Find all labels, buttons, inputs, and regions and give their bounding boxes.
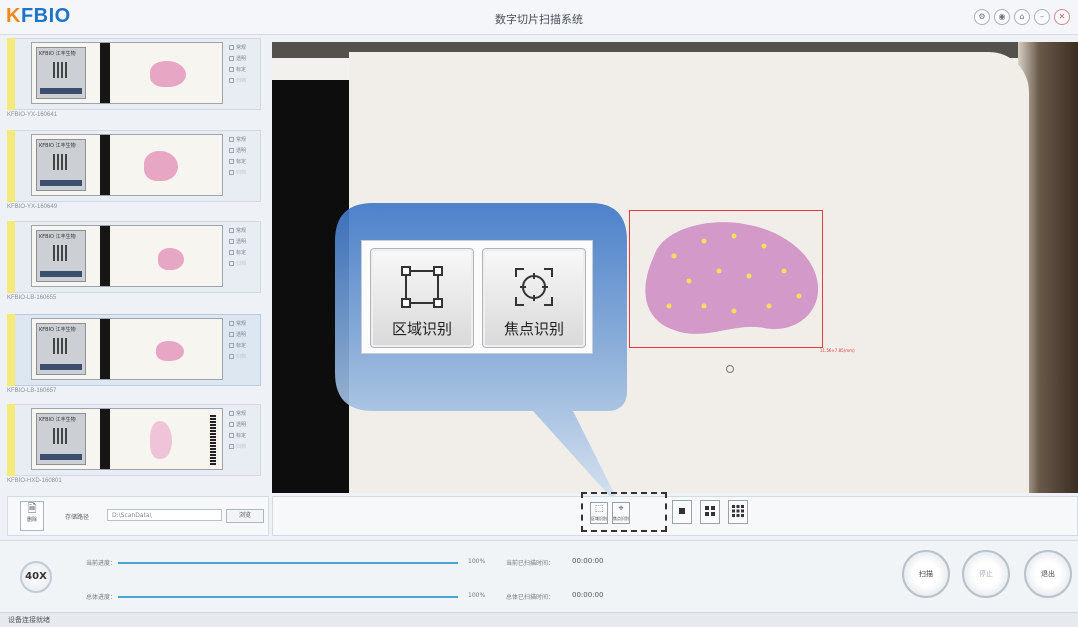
current-progress-label: 当前进度： xyxy=(86,560,117,567)
slide-id: KFBIO-LB-160657 xyxy=(7,388,57,394)
slide-item[interactable]: KFBIO 江丰生物 常规 透明 标定 归档 KFBIO-YX-160649 xyxy=(7,130,261,220)
roi-size-label: 11.56×7.85(mm) xyxy=(820,348,855,353)
current-progress-pct: 100% xyxy=(468,558,486,565)
slide-id: KFBIO-HXD-160801 xyxy=(7,478,62,484)
current-time-label: 当前已扫描时间： xyxy=(506,560,555,567)
total-progress-label: 总体进度： xyxy=(86,594,117,601)
slide-thumbnail[interactable]: KFBIO 江丰生物 xyxy=(31,42,223,104)
option-normal[interactable]: 常规 xyxy=(229,318,261,329)
slide-item[interactable]: KFBIO 江丰生物 常规 透明 标定 归档 KFBIO-LB-160655 xyxy=(7,221,261,311)
delete-button[interactable]: 🗎 删除 xyxy=(20,501,44,531)
minimize-icon[interactable]: – xyxy=(1034,9,1050,25)
slide-item[interactable]: KFBIO 江丰生物 常规 透明 标定 归档 KFBIO-YX-160641 xyxy=(7,38,261,128)
slide-list: KFBIO 江丰生物 常规 透明 标定 归档 KFBIO-YX-160641 K… xyxy=(7,38,270,492)
option-calibrate[interactable]: 标定 xyxy=(229,430,261,441)
browse-button[interactable]: 浏览 xyxy=(226,509,264,523)
grid-1x1-icon xyxy=(679,508,685,514)
storage-path-input[interactable]: D:\ScanData\ xyxy=(107,509,222,521)
option-archive[interactable]: 归档 xyxy=(229,75,261,86)
home-icon[interactable]: ⌂ xyxy=(1014,9,1030,25)
option-transparent[interactable]: 透明 xyxy=(229,419,261,430)
slide-thumbnail[interactable]: KFBIO 江丰生物 xyxy=(31,408,223,470)
slide-id: KFBIO-LB-160655 xyxy=(7,295,57,301)
scan-button[interactable]: 扫描 xyxy=(902,550,950,598)
focus-point-marker xyxy=(726,365,734,373)
window-controls: ⚙ ◉ ⌂ – ✕ xyxy=(974,9,1070,25)
region-detect-button-large[interactable]: 区域识别 xyxy=(370,248,474,348)
option-calibrate[interactable]: 标定 xyxy=(229,64,261,75)
slide-item-selected[interactable]: KFBIO 江丰生物 常规 透明 标定 归档 KFBIO-LB-160657 xyxy=(7,314,261,404)
option-calibrate[interactable]: 标定 xyxy=(229,340,261,351)
title-bar: KFBIO 数字切片扫描系统 ⚙ ◉ ⌂ – ✕ xyxy=(0,0,1078,35)
option-transparent[interactable]: 透明 xyxy=(229,236,261,247)
option-normal[interactable]: 常规 xyxy=(229,42,261,53)
status-bar: 设备连接就绪 xyxy=(0,612,1078,627)
option-transparent[interactable]: 透明 xyxy=(229,329,261,340)
total-time-value: 00:00:00 xyxy=(572,591,604,599)
slide-id: KFBIO-YX-160649 xyxy=(7,204,58,210)
current-progress-bar xyxy=(118,562,458,564)
option-archive[interactable]: 归档 xyxy=(229,351,261,362)
user-icon[interactable]: ◉ xyxy=(994,9,1010,25)
option-archive[interactable]: 归档 xyxy=(229,167,261,178)
storage-panel: 🗎 删除 存储路径 D:\ScanData\ 浏览 xyxy=(7,496,269,536)
slide-thumbnail[interactable]: KFBIO 江丰生物 xyxy=(31,134,223,196)
scan-progress-panel: 40X 当前进度： 100% 当前已扫描时间： 00:00:00 总体进度： 1… xyxy=(0,540,1078,613)
app-title: 数字切片扫描系统 xyxy=(495,13,583,26)
trash-icon: 🗎 xyxy=(27,502,37,515)
current-time-value: 00:00:00 xyxy=(572,557,604,565)
storage-path-label: 存储路径 xyxy=(65,514,90,521)
magnification-button[interactable]: 40X xyxy=(20,561,52,593)
option-calibrate[interactable]: 标定 xyxy=(229,156,261,167)
option-normal[interactable]: 常规 xyxy=(229,408,261,419)
option-normal[interactable]: 常规 xyxy=(229,134,261,145)
close-icon[interactable]: ✕ xyxy=(1054,9,1070,25)
detection-button-zoom: 区域识别 焦点识别 xyxy=(361,240,593,354)
option-archive[interactable]: 归档 xyxy=(229,258,261,269)
exit-button[interactable]: 退出 xyxy=(1024,550,1072,598)
focus-target-icon xyxy=(515,268,553,306)
option-calibrate[interactable]: 标定 xyxy=(229,247,261,258)
option-archive[interactable]: 归档 xyxy=(229,441,261,452)
total-progress-pct: 100% xyxy=(468,592,486,599)
grid-3x3-button[interactable] xyxy=(728,500,748,524)
highlight-dashed-box xyxy=(581,492,667,532)
roi-box[interactable] xyxy=(629,210,823,348)
grid-1x1-button[interactable] xyxy=(672,500,692,524)
option-transparent[interactable]: 透明 xyxy=(229,53,261,64)
grid-2x2-icon xyxy=(705,506,715,516)
grid-2x2-button[interactable] xyxy=(700,500,720,524)
slide-thumbnail[interactable]: KFBIO 江丰生物 xyxy=(31,318,223,380)
slide-item[interactable]: KFBIO 江丰生物 常规 透明 标定 归档 KFBIO-HXD-160801 xyxy=(7,404,261,494)
option-transparent[interactable]: 透明 xyxy=(229,145,261,156)
stop-button[interactable]: 停止 xyxy=(962,550,1010,598)
total-progress-bar xyxy=(118,596,458,598)
focus-detect-button-large[interactable]: 焦点识别 xyxy=(482,248,586,348)
slide-id: KFBIO-YX-160641 xyxy=(7,112,58,118)
slide-thumbnail[interactable]: KFBIO 江丰生物 xyxy=(31,225,223,287)
settings-icon[interactable]: ⚙ xyxy=(974,9,990,25)
grid-3x3-icon xyxy=(732,505,744,517)
total-time-label: 总体已扫描时间： xyxy=(506,594,555,601)
region-select-icon xyxy=(401,266,443,308)
option-normal[interactable]: 常规 xyxy=(229,225,261,236)
